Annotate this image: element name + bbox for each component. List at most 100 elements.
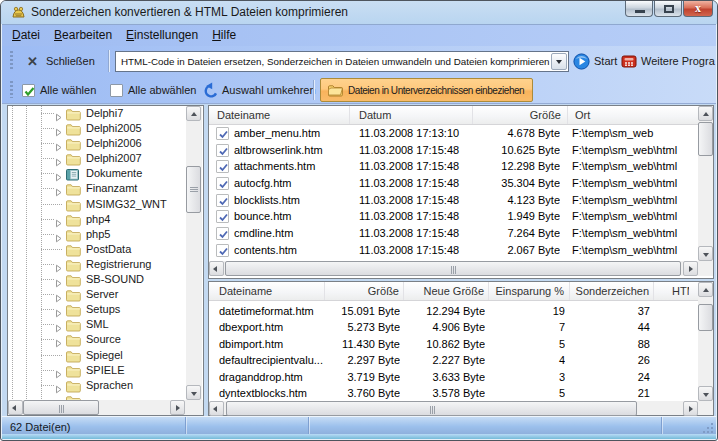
deselect-all-checkbox-box[interactable] <box>110 84 123 97</box>
file-checkbox[interactable] <box>216 227 229 240</box>
deselect-all-checkbox[interactable]: Alle abwählen <box>110 82 197 98</box>
result-list-vscroll-thumb[interactable] <box>698 304 713 331</box>
file-checkbox[interactable] <box>216 244 229 257</box>
tree-item-php5[interactable]: php5 <box>8 227 186 242</box>
tree-vertical-scrollbar[interactable] <box>186 106 202 400</box>
title-bar[interactable]: Sonderzeichen konvertieren & HTML Dateie… <box>1 1 717 24</box>
file-list-scroll-up-button[interactable] <box>698 106 713 121</box>
file-row[interactable]: contents.htm11.03.2008 17:15:482.067 Byt… <box>209 242 698 259</box>
result-row[interactable]: dbexport.htm5.273 Byte4.906 Byte744 <box>209 319 698 335</box>
tree-item-spiegel[interactable]: Spiegel <box>8 348 186 363</box>
start-button[interactable]: Start <box>573 51 617 71</box>
resize-grip[interactable] <box>702 422 714 434</box>
menu-datei[interactable]: Datei <box>5 25 47 46</box>
combobox-dropdown-button[interactable] <box>551 53 567 70</box>
include-subdirectories-button[interactable]: Dateien in Unterverzeichnissen einbezieh… <box>320 78 533 102</box>
tree-item-delphi2007[interactable]: Delphi2007 <box>8 151 186 166</box>
tree-scroll-left-button[interactable] <box>8 400 23 415</box>
file-list-scroll-right-button[interactable] <box>683 261 698 276</box>
task-combobox[interactable]: HTML-Code in Dateien ersetzen, Sonderzei… <box>115 51 569 72</box>
tree-scroll-up-button[interactable] <box>186 106 201 121</box>
file-list-column-header[interactable]: Größe <box>473 106 568 124</box>
select-all-checkbox-box[interactable] <box>22 84 35 97</box>
tree-item-delphi2005[interactable]: Delphi2005 <box>8 121 186 136</box>
file-row[interactable]: autocfg.htm11.03.2008 17:15:4835.304 Byt… <box>209 175 698 192</box>
tree-item-sml[interactable]: SML <box>8 317 186 332</box>
result-list-hscroll-thumb[interactable] <box>226 401 637 416</box>
tree-item-msimg32-wnt[interactable]: MSIMG32_WNT <box>8 197 186 212</box>
select-all-checkbox[interactable]: Alle wählen <box>22 82 96 98</box>
file-list-column-header[interactable]: Datum <box>350 106 473 124</box>
menu-bearbeiten[interactable]: Bearbeiten <box>47 25 119 46</box>
result-list-column-header[interactable]: Neue Größe <box>404 282 489 300</box>
tree-item-postdata[interactable]: PostData <box>8 242 186 257</box>
tree-item-sprachen[interactable]: Sprachen <box>8 378 186 393</box>
tree-hscroll-thumb[interactable] <box>23 400 99 415</box>
file-list-vertical-scrollbar[interactable] <box>698 106 713 261</box>
invert-selection-button[interactable]: Auswahl umkehren <box>201 81 316 98</box>
result-list-vertical-scrollbar[interactable] <box>698 282 713 401</box>
file-checkbox[interactable] <box>216 160 229 173</box>
tree-item-server[interactable]: Server <box>8 287 186 302</box>
result-special-chars: 21 <box>579 385 650 401</box>
tree-item-sb-sound[interactable]: SB-SOUND <box>8 272 186 287</box>
tree-vscroll-thumb[interactable] <box>186 166 201 213</box>
result-row[interactable]: defaultrecipientvalu...2.297 Byte2.227 B… <box>209 352 698 368</box>
file-list-column-header[interactable]: Dateiname <box>209 106 350 124</box>
result-list-column-header[interactable]: Sonderzeichen <box>570 282 654 300</box>
result-list-scroll-up-button[interactable] <box>698 282 713 297</box>
file-row[interactable]: altbrowserlink.htm11.03.2008 17:15:4810.… <box>209 142 698 159</box>
tree-item-label: MSIMG32_WNT <box>86 198 167 210</box>
maximize-button[interactable] <box>654 1 682 17</box>
file-checkbox[interactable] <box>216 144 229 157</box>
tree-item-setups[interactable]: Setups <box>8 302 186 317</box>
menu-einstellungen[interactable]: Einstellungen <box>119 25 205 46</box>
file-list-column-header[interactable]: Ort <box>568 106 713 124</box>
file-checkbox[interactable] <box>216 194 229 207</box>
file-list-scroll-left-button[interactable] <box>209 261 224 276</box>
close-task-button[interactable]: ✕Schließen <box>27 51 95 71</box>
tree-item-php4[interactable]: php4 <box>8 212 186 227</box>
tree-scroll-right-button[interactable] <box>170 400 185 415</box>
tree-item-dokumente[interactable]: Dokumente <box>8 166 186 181</box>
result-list-column-header[interactable]: Dateiname <box>209 282 325 300</box>
result-list-scroll-left-button[interactable] <box>209 401 224 416</box>
result-list-column-header[interactable]: Einsparung % <box>489 282 570 300</box>
result-list-column-header[interactable]: HTM <box>654 282 689 300</box>
file-row[interactable]: cmdline.htm11.03.2008 17:15:487.264 Byte… <box>209 225 698 242</box>
more-programs-button[interactable]: Weitere Progra <box>621 51 715 71</box>
result-row[interactable]: datetimeformat.htm15.091 Byte12.294 Byte… <box>209 303 698 319</box>
file-row[interactable]: attachments.htm11.03.2008 17:15:4812.298… <box>209 158 698 175</box>
result-list-scroll-right-button[interactable] <box>683 401 698 416</box>
tree-item[interactable] <box>8 393 186 400</box>
tree-item-finanzamt[interactable]: Finanzamt <box>8 181 186 196</box>
result-row[interactable]: dyntextblocks.htm3.760 Byte3.578 Byte521 <box>209 385 698 401</box>
file-list-vscroll-thumb[interactable] <box>698 122 713 156</box>
result-row[interactable]: draganddrop.htm3.719 Byte3.633 Byte324 <box>209 369 698 385</box>
menu-hilfe[interactable]: Hilfe <box>205 25 243 46</box>
file-row[interactable]: bounce.htm11.03.2008 17:15:481.949 ByteF… <box>209 208 698 225</box>
file-row[interactable]: blocklists.htm11.03.2008 17:15:484.123 B… <box>209 192 698 209</box>
tree-horizontal-scrollbar[interactable] <box>8 400 185 415</box>
result-list-column-header[interactable]: Größe <box>325 282 404 300</box>
close-window-button[interactable]: x <box>683 1 713 17</box>
toolbar-grip[interactable] <box>10 51 13 71</box>
toolbar-grip2[interactable] <box>10 81 13 98</box>
tree-item-delphi2006[interactable]: Delphi2006 <box>8 136 186 151</box>
file-checkbox[interactable] <box>216 127 229 140</box>
tree-item-delphi7[interactable]: Delphi7 <box>8 106 186 121</box>
tree-scroll-down-button[interactable] <box>186 385 201 400</box>
file-list-scroll-down-button[interactable] <box>698 246 713 261</box>
tree-item-spiele[interactable]: SPIELE <box>8 363 186 378</box>
tree-item-source[interactable]: Source <box>8 332 186 347</box>
file-checkbox[interactable] <box>216 177 229 190</box>
result-list-horizontal-scrollbar[interactable] <box>209 401 698 415</box>
file-checkbox[interactable] <box>216 210 229 223</box>
result-row[interactable]: dbimport.htm11.430 Byte10.862 Byte588 <box>209 336 698 352</box>
file-row[interactable]: amber_menu.htm11.03.2008 17:13:104.678 B… <box>209 125 698 142</box>
minimize-button[interactable] <box>625 1 653 17</box>
result-list-scroll-down-button[interactable] <box>698 386 713 401</box>
tree-item-registrierung[interactable]: Registrierung <box>8 257 186 272</box>
file-list-hscroll-thumb[interactable] <box>225 261 681 276</box>
file-list-horizontal-scrollbar[interactable] <box>209 261 698 276</box>
